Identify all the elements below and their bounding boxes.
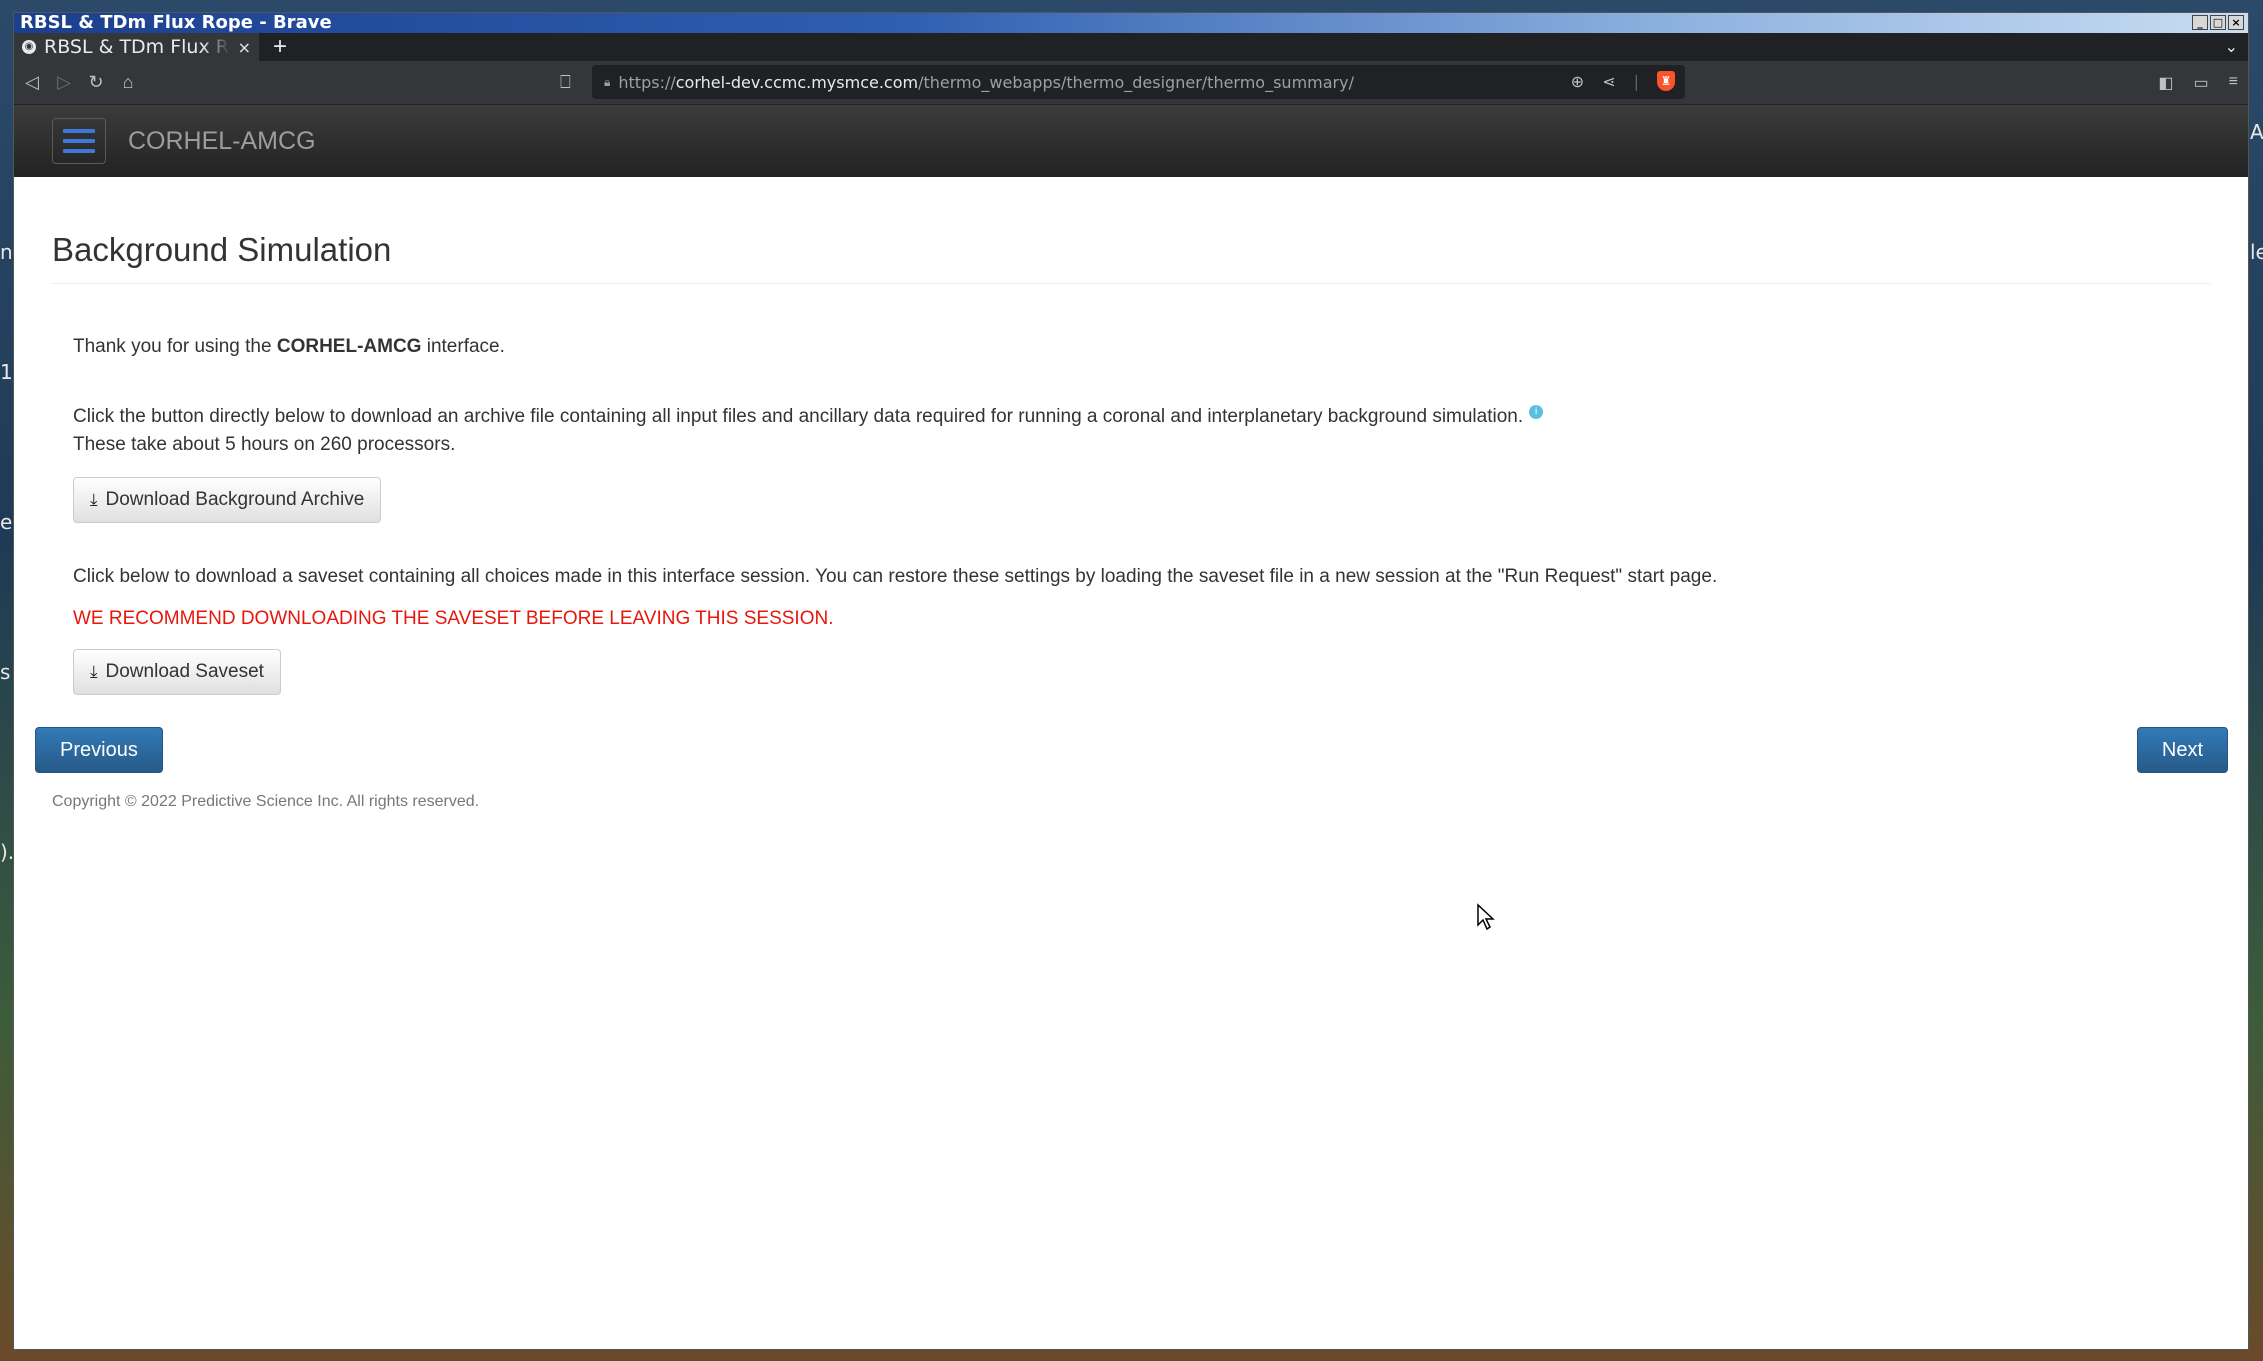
desktop-text-fragment: e (0, 510, 13, 534)
intro-text: Thank you for using the CORHEL-AMCG inte… (73, 333, 505, 361)
download-archive-label: Download Background Archive (105, 489, 365, 510)
wallet-icon[interactable]: ▭ (2194, 73, 2209, 93)
back-icon[interactable]: ◁ (16, 72, 48, 93)
download-icon: ⤓ (90, 490, 98, 509)
home-icon[interactable]: ⌂ (112, 72, 144, 93)
download-saveset-button[interactable]: ⤓ Download Saveset (73, 649, 281, 695)
window-title: RBSL & TDm Flux Rope - Brave (20, 12, 332, 33)
os-titlebar: RBSL & TDm Flux Rope - Brave _ □ × (14, 13, 2248, 33)
info-icon[interactable]: i (1529, 405, 1544, 419)
reload-icon[interactable]: ↻ (80, 72, 112, 93)
desktop-text-fragment: le (2250, 240, 2263, 264)
brand-link[interactable]: CORHEL-AMCG (128, 127, 316, 156)
download-archive-button[interactable]: ⤓ Download Background Archive (73, 477, 382, 523)
url-path: /thermo_webapps/thermo_designer/thermo_s… (918, 72, 1354, 92)
next-button[interactable]: Next (2136, 727, 2228, 773)
intro-brand: CORHEL-AMCG (276, 336, 422, 357)
new-tab-button[interactable]: + (259, 33, 301, 61)
archive-text-1: Click the button directly below to downl… (73, 406, 1524, 427)
menu-icon[interactable]: ≡ (2229, 73, 2238, 93)
share-icon[interactable]: ⋖ (1602, 72, 1615, 91)
url-scheme: https:// (618, 72, 676, 92)
tab-title: RBSL & TDm Flux Rope (44, 36, 230, 58)
intro-suffix: interface. (421, 336, 505, 357)
tab-close-icon[interactable]: × (238, 38, 251, 57)
tab-strip: ◉ RBSL & TDm Flux Rope × + ⌄ (14, 33, 2248, 61)
app-navbar: CORHEL-AMCG (14, 105, 2248, 177)
tab-active[interactable]: ◉ RBSL & TDm Flux Rope × (14, 33, 259, 61)
toolbar-right-actions: ◧ ▭ ≡ (2158, 73, 2238, 93)
window-controls: _ □ × (2192, 15, 2244, 30)
forward-icon[interactable]: ▷ (48, 72, 80, 93)
main-content: Background Simulation Thank you for usin… (14, 177, 2248, 1277)
copyright-footer: Copyright © 2022 Predictive Science Inc.… (52, 793, 480, 810)
hamburger-bar (63, 139, 95, 143)
hamburger-bar (63, 129, 95, 133)
brave-shield-icon[interactable]: ♜ (1657, 71, 1675, 91)
archive-description: Click the button directly below to downl… (73, 403, 1544, 459)
desktop-text-fragment: n (0, 240, 13, 264)
page-title: Background Simulation (52, 231, 392, 268)
zoom-icon[interactable]: ⊕ (1571, 72, 1584, 91)
desktop-text-fragment: s (0, 660, 11, 684)
saveset-description: Click below to download a saveset contai… (73, 566, 1718, 587)
hamburger-bar (63, 149, 95, 153)
desktop-text-fragment: 1 (0, 360, 13, 384)
browser-window: RBSL & TDm Flux Rope - Brave _ □ × ◉ RBS… (13, 12, 2249, 1350)
lock-icon: 🔒︎ (604, 74, 611, 89)
saveset-warning: WE RECOMMEND DOWNLOADING THE SAVESET BEF… (73, 608, 834, 629)
close-window-button[interactable]: × (2228, 15, 2244, 30)
url-host: corhel-dev.ccmc.mysmce.com (675, 72, 919, 92)
browser-toolbar: ◁ ▷ ↻ ⌂ ⎕ 🔒︎ https://corhel-dev.ccmc.mys… (14, 61, 2248, 105)
brave-favicon-icon: ◉ (22, 40, 36, 54)
download-saveset-label: Download Saveset (105, 661, 264, 682)
maximize-button[interactable]: □ (2210, 15, 2226, 30)
address-bar[interactable]: 🔒︎ https://corhel-dev.ccmc.mysmce.com/th… (592, 65, 1685, 99)
hamburger-menu-button[interactable] (52, 118, 106, 164)
urlbar-actions: ⊕ ⋖ | ♜ (1571, 71, 1675, 91)
tab-list-chevron-icon[interactable]: ⌄ (2225, 37, 2238, 57)
intro-prefix: Thank you for using the (73, 336, 277, 357)
archive-text-2: These take about 5 hours on 260 processo… (73, 434, 456, 455)
desktop-text-fragment: A (2250, 120, 2263, 144)
download-icon: ⤓ (90, 662, 98, 681)
mouse-cursor-icon (1477, 903, 1495, 931)
sidebar-icon[interactable]: ◧ (2158, 73, 2173, 93)
page-header: Background Simulation (52, 231, 2210, 284)
previous-button[interactable]: Previous (35, 727, 163, 773)
urlbar-divider: | (1633, 71, 1639, 91)
bookmark-icon[interactable]: ⎕ (560, 72, 571, 93)
minimize-button[interactable]: _ (2192, 15, 2208, 30)
